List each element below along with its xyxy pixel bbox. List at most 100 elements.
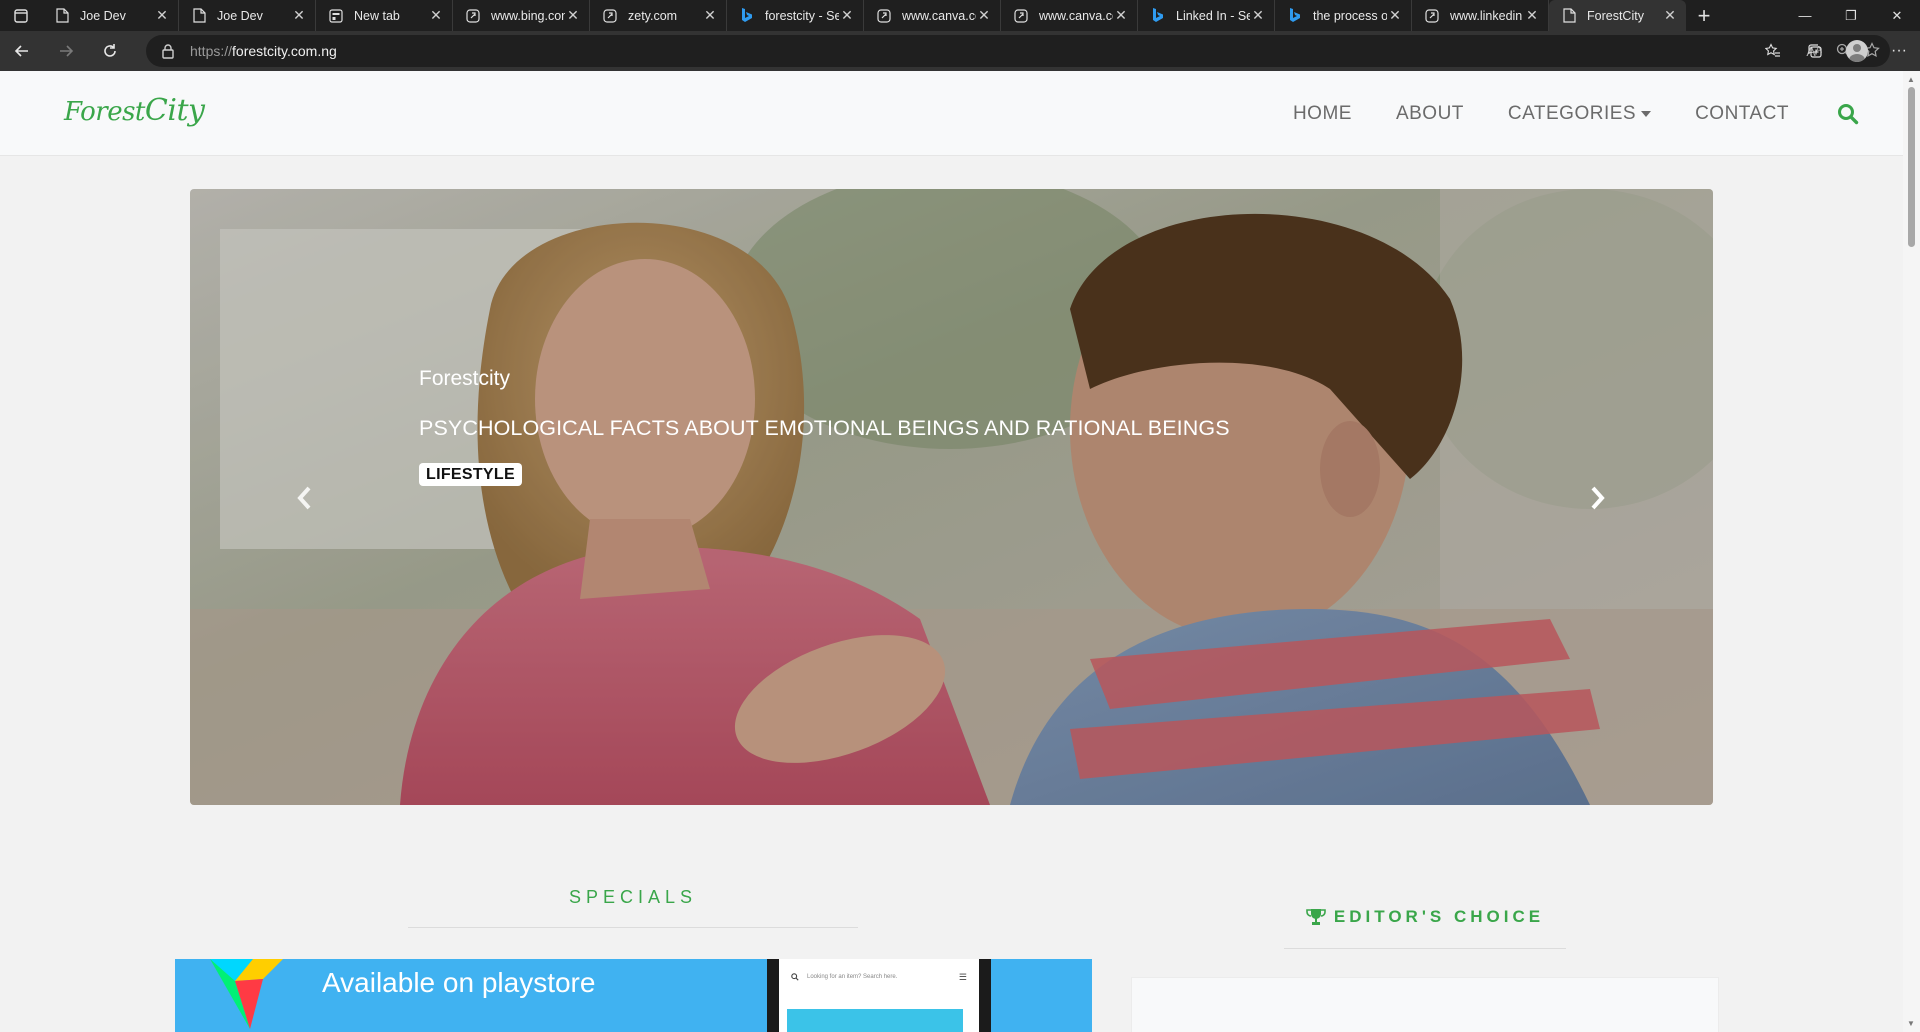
tab-title: www.canva.cc xyxy=(1039,8,1113,23)
google-play-icon xyxy=(210,959,283,1029)
main-nav: HOME ABOUT CATEGORIES CONTACT xyxy=(1293,71,1903,156)
close-tab-icon[interactable]: ✕ xyxy=(976,7,992,24)
refresh-button[interactable] xyxy=(88,31,132,71)
browser-tab[interactable]: ForestCity ✕ xyxy=(1549,0,1686,31)
page-icon xyxy=(54,8,70,24)
close-tab-icon[interactable]: ✕ xyxy=(565,7,581,24)
caret-down-icon xyxy=(1641,110,1652,117)
close-tab-icon[interactable]: ✕ xyxy=(1387,7,1403,24)
playstore-promo-banner[interactable]: Available on playstore Looking for an it… xyxy=(175,959,1092,1032)
favorites-button[interactable] xyxy=(1752,31,1794,71)
restore-button[interactable]: ❐ xyxy=(1828,0,1874,31)
search-icon xyxy=(791,973,799,981)
editors-choice-heading: EDITOR'S CHOICE xyxy=(1284,907,1566,927)
close-tab-icon[interactable]: ✕ xyxy=(1113,7,1129,24)
close-tab-icon[interactable]: ✕ xyxy=(1662,7,1678,24)
editors-choice-label: EDITOR'S CHOICE xyxy=(1333,907,1545,926)
tab-title: www.canva.cc xyxy=(902,8,976,23)
close-tab-icon[interactable]: ✕ xyxy=(291,7,307,24)
link-icon xyxy=(1424,8,1440,24)
close-tab-icon[interactable]: ✕ xyxy=(154,7,170,24)
search-icon xyxy=(1838,103,1859,124)
tab-title: Joe Dev xyxy=(217,8,263,23)
close-window-button[interactable]: ✕ xyxy=(1874,0,1920,31)
tab-actions-icon xyxy=(14,8,28,23)
address-bar[interactable]: https://forestcity.com.ng Aᴬ xyxy=(146,35,1890,67)
bing-icon xyxy=(739,8,755,24)
tab-actions-button[interactable] xyxy=(0,0,42,31)
browser-tab[interactable]: www.bing.con ✕ xyxy=(453,0,590,31)
tab-title: the process o xyxy=(1313,8,1387,23)
chevron-left-icon xyxy=(297,486,311,510)
bing-icon xyxy=(1287,8,1303,24)
minimize-button[interactable]: — xyxy=(1782,0,1828,31)
search-button[interactable] xyxy=(1837,103,1859,125)
close-tab-icon[interactable]: ✕ xyxy=(1250,7,1266,24)
collections-icon xyxy=(1808,44,1822,58)
browser-tab[interactable]: Linked In - Se ✕ xyxy=(1138,0,1275,31)
tab-title: New tab xyxy=(354,8,400,23)
hero-overlay xyxy=(190,189,1713,805)
url-text: https://forestcity.com.ng xyxy=(190,43,337,59)
scroll-up-icon[interactable]: ▲ xyxy=(1907,75,1915,84)
filter-icon: ☰ xyxy=(958,972,967,982)
tab-title: Linked In - Se xyxy=(1176,8,1250,23)
browser-tab[interactable]: the process o ✕ xyxy=(1275,0,1412,31)
forward-button[interactable] xyxy=(44,31,88,71)
settings-menu-button[interactable]: ··· xyxy=(1878,31,1920,71)
logo-part1: Forest xyxy=(64,97,145,127)
tab-title: Joe Dev xyxy=(80,8,126,23)
refresh-icon xyxy=(104,44,116,57)
browser-tab[interactable]: forestcity - Se ✕ xyxy=(727,0,864,31)
avatar xyxy=(1846,40,1868,62)
back-button[interactable] xyxy=(0,31,44,71)
trophy-icon xyxy=(1306,909,1326,925)
page-icon xyxy=(191,8,207,24)
close-tab-icon[interactable]: ✕ xyxy=(839,7,855,24)
browser-tab[interactable]: Joe Dev ✕ xyxy=(179,0,316,31)
scrollbar-thumb[interactable] xyxy=(1908,87,1915,247)
nav-categories-label: CATEGORIES xyxy=(1507,102,1637,124)
lock-icon xyxy=(162,44,174,59)
browser-tab-strip: Joe Dev ✕ Joe Dev ✕ New tab ✕ www.bing.con ✕ zet… xyxy=(0,0,1920,31)
tab-title: www.linkedin xyxy=(1450,8,1523,23)
carousel-prev-button[interactable] xyxy=(292,484,316,512)
tab-title: www.bing.con xyxy=(491,8,565,23)
divider xyxy=(408,927,858,928)
hero-title[interactable]: PSYCHOLOGICAL FACTS ABOUT EMOTIONAL BEIN… xyxy=(419,416,1230,441)
specials-heading: SPECIALS xyxy=(568,887,698,907)
category-badge[interactable]: LIFESTYLE xyxy=(419,463,522,486)
browser-tab[interactable]: www.canva.cc ✕ xyxy=(1001,0,1138,31)
collections-button[interactable] xyxy=(1794,31,1836,71)
browser-tab[interactable]: Joe Dev ✕ xyxy=(42,0,179,31)
phone-mockup: Looking for an item? Search here. ☰ xyxy=(767,959,991,1032)
close-tab-icon[interactable]: ✕ xyxy=(1524,7,1540,24)
close-tab-icon[interactable]: ✕ xyxy=(428,7,444,24)
browser-tab[interactable]: www.linkedin ✕ xyxy=(1412,0,1549,31)
scroll-down-icon[interactable]: ▼ xyxy=(1907,1019,1915,1028)
nav-contact[interactable]: CONTACT xyxy=(1695,103,1789,125)
browser-tab[interactable]: www.canva.cc ✕ xyxy=(864,0,1001,31)
profile-button[interactable] xyxy=(1836,31,1878,71)
link-icon xyxy=(1013,8,1029,24)
site-logo[interactable]: ForestCity xyxy=(64,93,205,128)
bing-icon xyxy=(1150,8,1166,24)
nav-about[interactable]: ABOUT xyxy=(1396,103,1464,125)
phone-illustration xyxy=(787,1009,963,1032)
phone-search-placeholder: Looking for an item? Search here. xyxy=(807,974,898,980)
browser-tab[interactable]: New tab ✕ xyxy=(316,0,453,31)
back-arrow-icon xyxy=(14,45,28,57)
link-icon xyxy=(602,8,618,24)
page-scrollbar[interactable]: ▲ ▼ xyxy=(1903,71,1920,1032)
promo-text: Available on playstore xyxy=(322,967,596,998)
tab-title: forestcity - Se xyxy=(765,8,839,23)
new-tab-button[interactable]: + xyxy=(1686,0,1722,31)
site-header: ForestCity HOME ABOUT CATEGORIES CONTACT xyxy=(0,71,1903,156)
carousel-next-button[interactable] xyxy=(1586,484,1610,512)
tab-title: zety.com xyxy=(628,8,678,23)
close-tab-icon[interactable]: ✕ xyxy=(702,7,718,24)
browser-tab[interactable]: zety.com ✕ xyxy=(590,0,727,31)
nav-categories[interactable]: CATEGORIES xyxy=(1507,102,1652,125)
nav-home[interactable]: HOME xyxy=(1293,103,1352,125)
divider xyxy=(1284,948,1566,949)
